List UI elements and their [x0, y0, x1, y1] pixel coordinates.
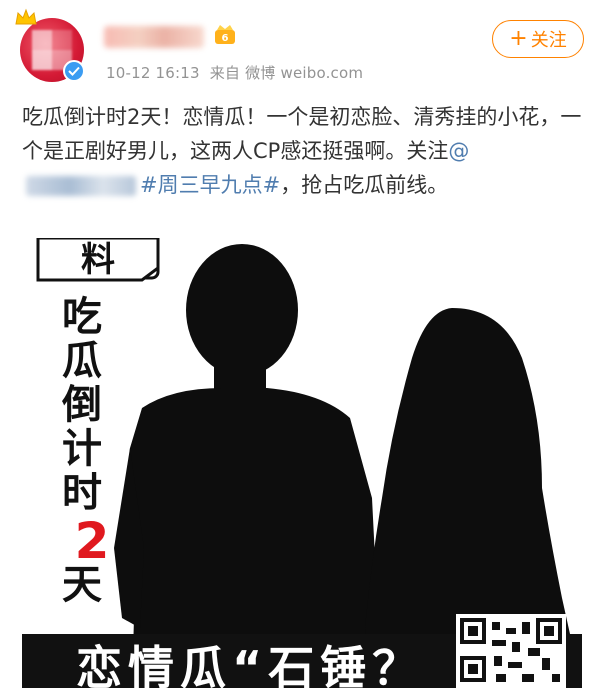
banner-text: 恋情瓜“石锤？: [76, 641, 424, 688]
vertical-char-3: 倒: [61, 382, 102, 428]
verified-badge-icon: [63, 60, 85, 82]
qr-code-icon: [456, 614, 566, 688]
post-meta: 10-12 16:13 来自 微博 weibo.com: [106, 62, 363, 83]
post-text-part1: 吃瓜倒计时2天！恋情瓜！一个是初恋脸、清秀挂的小花，一个是正剧好男儿，这两人CP…: [22, 105, 582, 163]
crown-icon: [15, 8, 37, 25]
follow-button[interactable]: + 关注: [492, 20, 584, 58]
post-body: 吃瓜倒计时2天！恋情瓜！一个是初恋脸、清秀挂的小花，一个是正剧好男儿，这两人CP…: [22, 100, 582, 202]
timestamp: 10-12 16:13: [106, 64, 200, 82]
vertical-char-4: 计: [62, 426, 102, 472]
follow-label: 关注: [530, 30, 567, 51]
username-blurred[interactable]: [104, 26, 204, 48]
svg-text:6: 6: [222, 33, 229, 44]
plus-icon: +: [509, 26, 528, 51]
post-source: 来自 微博 weibo.com: [209, 64, 364, 82]
vertical-char-5: 时: [62, 470, 102, 516]
countdown-unit: 天: [62, 562, 102, 608]
hashtag-link[interactable]: #周三早九点#: [140, 173, 280, 197]
mention-name-blurred: [26, 176, 136, 196]
vertical-char-2: 瓜: [62, 338, 102, 384]
mention-prefix: @: [448, 139, 470, 163]
post-header: 6 10-12 16:13 来自 微博 weibo.com + 关注: [0, 0, 600, 100]
poster-logo: 料: [36, 238, 160, 282]
post-text-part2: ，抢占吃瓜前线。: [280, 173, 449, 197]
vertical-char-1: 吃: [62, 294, 102, 340]
post-image[interactable]: 料 吃 瓜 倒 计 时 2 天 恋情瓜“石锤？: [22, 238, 582, 688]
vip-badge-icon: 6: [215, 25, 235, 44]
logo-text: 料: [81, 240, 115, 280]
